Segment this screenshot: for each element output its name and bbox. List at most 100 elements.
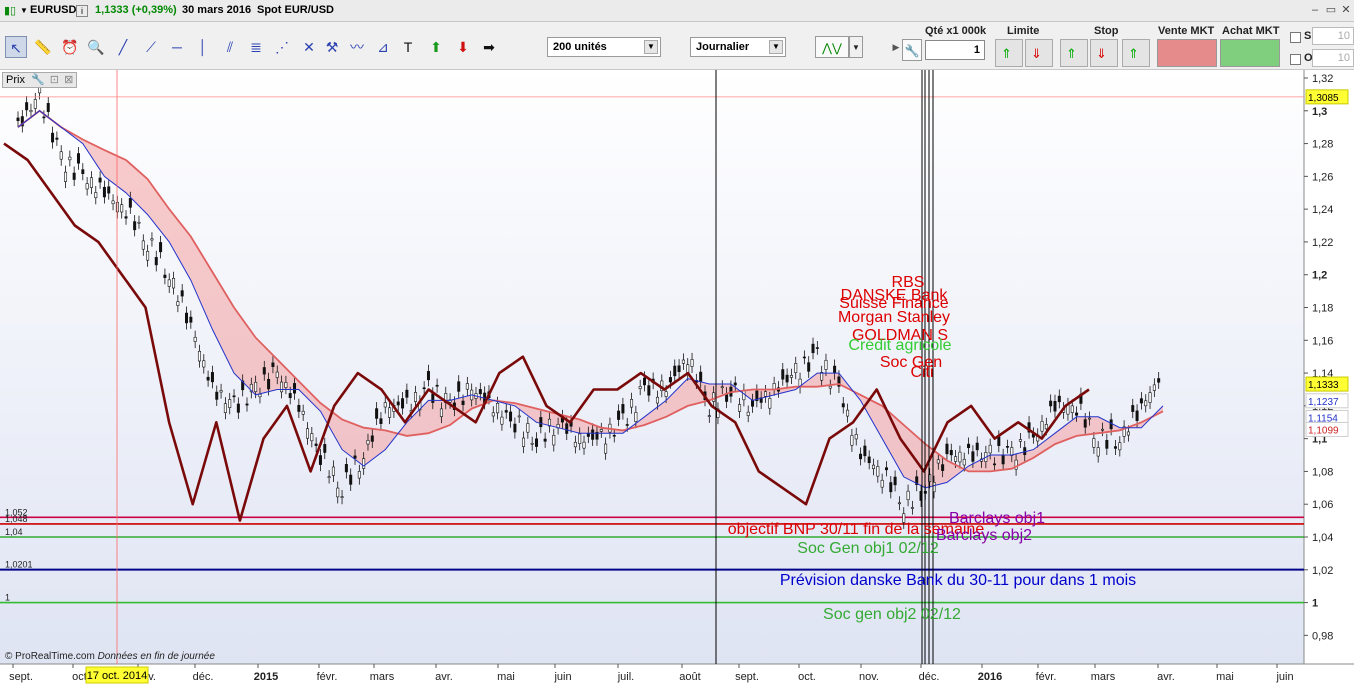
candle-body (167, 279, 171, 287)
candle-body (72, 172, 76, 180)
sell-arrow-icon[interactable]: ⬇ (452, 36, 474, 58)
chart-footer: © ProRealTime.com Données en fin de jour… (5, 651, 215, 662)
candle-body (1092, 438, 1096, 448)
candle-body (414, 392, 418, 402)
candle-body (941, 464, 945, 471)
sell-market-button[interactable] (1157, 39, 1217, 67)
candle-body (604, 443, 608, 454)
vertical-line-icon[interactable]: │ (192, 36, 214, 58)
instrument-name[interactable]: EURUSD (30, 4, 76, 16)
target-line-label: Soc gen obj2 02/12 (823, 606, 961, 623)
limit-sell-button[interactable]: ⇓ (1025, 39, 1053, 67)
fibonacci-icon[interactable]: ≣ (245, 36, 267, 58)
candle-body (785, 374, 789, 383)
candle-body (1139, 398, 1143, 404)
cross-icon[interactable]: ✕ (298, 36, 320, 58)
units-select-value: 200 unités (553, 41, 607, 53)
quantity-input[interactable]: 1 (925, 40, 985, 60)
candle-body (150, 238, 154, 241)
s-input[interactable]: 10 (1312, 27, 1354, 45)
candle-body (172, 277, 176, 289)
line-icon[interactable]: ╱ (112, 36, 134, 58)
sell-market-label: Vente MKT (1158, 25, 1215, 37)
candle-body (496, 402, 500, 414)
wrench-icon[interactable]: 🔧 (902, 39, 922, 61)
candle-body (478, 389, 482, 395)
candle-body (534, 438, 538, 447)
price-tag-label: 1,1237 (1308, 397, 1339, 408)
candle-body (76, 153, 80, 164)
candle-body (517, 415, 521, 418)
candle-body (25, 102, 29, 111)
x-tick-label: févr. (317, 671, 338, 683)
fan-icon[interactable]: ⋰ (271, 36, 293, 58)
candle-body (634, 412, 638, 422)
bank-forecast-label: Citi (910, 364, 933, 381)
candle-body (1144, 400, 1148, 407)
candle-body (46, 103, 50, 112)
channel-icon[interactable]: ⫽ (219, 36, 241, 58)
buy-arrow-icon[interactable]: ⬆ (425, 36, 447, 58)
buy-market-button[interactable] (1220, 39, 1280, 67)
candle-body (314, 443, 318, 446)
candle-body (1096, 447, 1100, 457)
s-checkbox[interactable] (1290, 32, 1301, 43)
instrument-dropdown-icon[interactable]: ▼ (20, 6, 28, 15)
wrench-icon[interactable]: 🔧 (31, 74, 45, 86)
tools-icon[interactable]: ⚒ (321, 36, 343, 58)
candle-body (707, 415, 711, 417)
candle-body (461, 400, 465, 405)
period-select[interactable]: Journalier ▼ (690, 37, 786, 57)
indicators-icon[interactable]: ⋀⋁ (815, 36, 849, 58)
text-icon[interactable]: T (397, 36, 419, 58)
level-value-label: 1,0201 (5, 560, 33, 570)
candle-body (1040, 421, 1044, 432)
candle-body (197, 350, 201, 362)
candle-body (763, 391, 767, 397)
candle-body (401, 398, 405, 409)
ruler-icon[interactable]: 📏 (32, 36, 54, 58)
stop-extra-button[interactable]: ⇑ (1122, 39, 1150, 67)
candle-body (643, 377, 647, 386)
candle-body (1131, 405, 1135, 412)
limit-buy-button[interactable]: ⇑ (995, 39, 1023, 67)
triangle-icon[interactable]: ⊿ (372, 36, 394, 58)
horizontal-line-icon[interactable]: ─ (166, 36, 188, 58)
candle-body (185, 312, 189, 324)
candle-body (500, 416, 504, 425)
maximize-icon[interactable]: ▭ (1324, 3, 1338, 17)
y-tick-label: 1,06 (1312, 499, 1333, 511)
indicators-dropdown-icon[interactable]: ▼ (849, 36, 863, 58)
indicator-icon[interactable]: 〰 (346, 36, 368, 58)
bank-forecast-label: Morgan Stanley (838, 309, 950, 326)
price-chart[interactable]: 1,32 1,3 1,28 1,26 1,24 1,22 1,2 1,18 1,16 1,14 1,… (0, 70, 1354, 687)
candle-body (141, 240, 145, 250)
candle-body (55, 137, 59, 140)
info-icon[interactable]: i (76, 5, 88, 17)
close-icon[interactable]: ✕ (1339, 3, 1353, 17)
candle-body (426, 371, 430, 381)
x-tick-label: août (679, 671, 700, 683)
stop-sell-button[interactable]: ⇓ (1090, 39, 1118, 67)
units-select[interactable]: 200 unités ▼ (547, 37, 661, 57)
prix-panel-header[interactable]: Prix 🔧 ⊡ ⊠ (2, 72, 78, 88)
x-tick-label: avr. (435, 671, 453, 683)
zoom-icon[interactable]: 🔍 (85, 36, 107, 58)
stop-buy-button[interactable]: ⇑ (1060, 39, 1088, 67)
candle-body (457, 381, 461, 392)
alarm-icon[interactable]: ⏰ (59, 36, 81, 58)
candle-body (262, 367, 266, 375)
panel-close-icon[interactable]: ⊠ (64, 74, 73, 86)
candle-body (297, 404, 301, 412)
candle-body (1135, 410, 1139, 421)
o-input[interactable]: 10 (1312, 49, 1354, 67)
chart-canvas[interactable]: 1,321,31,281,261,241,221,21,181,161,141,… (0, 70, 1354, 687)
collapse-icon[interactable]: ▶ (891, 36, 901, 58)
segment-icon[interactable]: ⟋ (140, 36, 162, 58)
minimize-icon[interactable]: – (1308, 3, 1322, 17)
o-checkbox[interactable] (1290, 54, 1301, 65)
candle-body (841, 403, 845, 408)
right-arrow-icon[interactable]: ➡ (478, 36, 500, 58)
panel-up-icon[interactable]: ⊡ (50, 74, 59, 86)
pointer-icon[interactable]: ↖ (5, 36, 27, 58)
